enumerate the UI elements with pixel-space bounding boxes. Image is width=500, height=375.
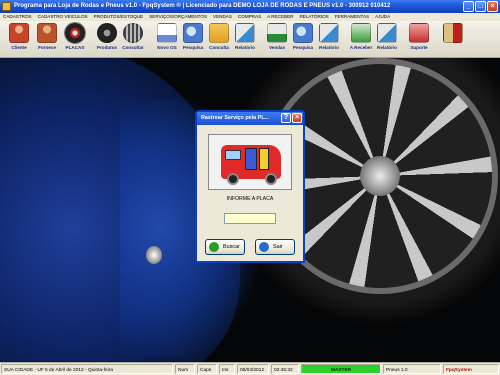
toolbar-button-placas[interactable]: PLACAS [60,22,90,56]
menu-item-cadastros[interactable]: CADASTROS [3,13,32,21]
menu-item-produtos-estoque[interactable]: PRODUTOS/ESTOQUE [94,13,144,21]
search-icon [183,23,203,43]
tire-icon [123,23,143,43]
toolbar-button-relatorio-receber[interactable]: Relatório [372,23,402,56]
cart-icon [267,23,287,43]
minimize-button[interactable]: _ [463,1,474,12]
money-icon [351,23,371,43]
report-icon [235,23,255,43]
status-city-date: SUA CIDADE - UF 5 de Abril de 2012 - Qui… [1,364,173,374]
menu-item-servicos-orcamentos[interactable]: SERVIÇOS/ORÇAMENTOS [149,13,207,21]
report-icon [319,23,339,43]
search-button[interactable]: Buscar [205,239,245,255]
toolbar-button-relatorio-vendas[interactable]: Relatório [314,23,344,56]
toolbar-button-relatorio-os[interactable]: Relatório [230,23,260,56]
person-icon [9,23,29,43]
exit-icon [259,242,269,252]
report-icon [377,23,397,43]
dialog-help-button[interactable]: ? [281,113,291,123]
menu-item-ajuda[interactable]: AJUDA [375,13,390,21]
car-emblem [146,246,162,264]
menu-item-a-receber[interactable]: A RECEBER [267,13,293,21]
status-ins: Ins [219,364,235,374]
tire-icon [97,23,117,43]
menu-bar: CADASTROS CADASTRO VEICULOS PRODUTOS/EST… [0,13,500,21]
tire-icon [64,22,86,44]
window-title-bar: Programa para Loja de Rodas e Pneus v1.0… [0,0,500,13]
exit-button[interactable]: Sair [255,239,295,255]
person-icon [37,23,57,43]
toolbar-button-fornece[interactable]: Fornece [32,23,62,56]
tire-icon [227,173,239,185]
menu-item-ferramentas[interactable]: FERRAMENTAS [335,13,369,21]
exit-icon [443,23,463,43]
toolbar: Cliente Fornece PLACAS Produtos Consulta… [0,21,500,58]
dialog-title: Rastrear Serviço pela PL... [201,115,270,121]
plate-input[interactable] [224,213,276,224]
dialog-close-button[interactable]: × [292,113,302,123]
status-num: Num [175,364,195,374]
maximize-button[interactable]: □ [475,1,486,12]
status-bar: SUA CIDADE - UF 5 de Abril de 2012 - Qui… [0,362,500,375]
status-date: 05/04/2012 [237,364,269,374]
wheel-hub-image [360,156,400,196]
status-caps: Caps [197,364,217,374]
dialog-title-bar: Rastrear Serviço pela PL... ? × [197,112,303,125]
toolbar-button-exit[interactable] [438,23,468,56]
menu-item-compras[interactable]: COMPRAS [238,13,261,21]
tire-icon [265,173,277,185]
app-icon [2,2,11,11]
track-service-dialog: Rastrear Serviço pela PL... ? × INFORME … [195,110,305,263]
window-title: Programa para Loja de Rodas e Pneus v1.0… [14,3,391,9]
document-icon [157,23,177,43]
toolbar-button-consultar[interactable]: Consultar [118,23,148,56]
toolbar-button-cliente[interactable]: Cliente [4,23,34,56]
window-controls: _ □ × [463,1,498,12]
support-icon [409,23,429,43]
folder-icon [209,23,229,43]
status-brand: FpqSystem [443,364,499,374]
search-icon [293,23,313,43]
toolbar-button-suporte[interactable]: Suporte [404,23,434,56]
close-button[interactable]: × [487,1,498,12]
menu-item-relatorios[interactable]: RELATÓRIOS [299,13,328,21]
status-user: MASTER [301,364,381,374]
status-time: 02:45:32 [271,364,299,374]
plate-prompt-label: INFORME A PLACA [226,196,274,202]
menu-item-cadastro-veiculos[interactable]: CADASTRO VEICULOS [38,13,88,21]
status-version: Pneus 1.0 [383,364,441,374]
dialog-controls: ? × [281,113,302,123]
check-icon [209,242,219,252]
menu-item-vendas[interactable]: VENDAS [213,13,232,21]
truck-illustration [208,134,292,190]
